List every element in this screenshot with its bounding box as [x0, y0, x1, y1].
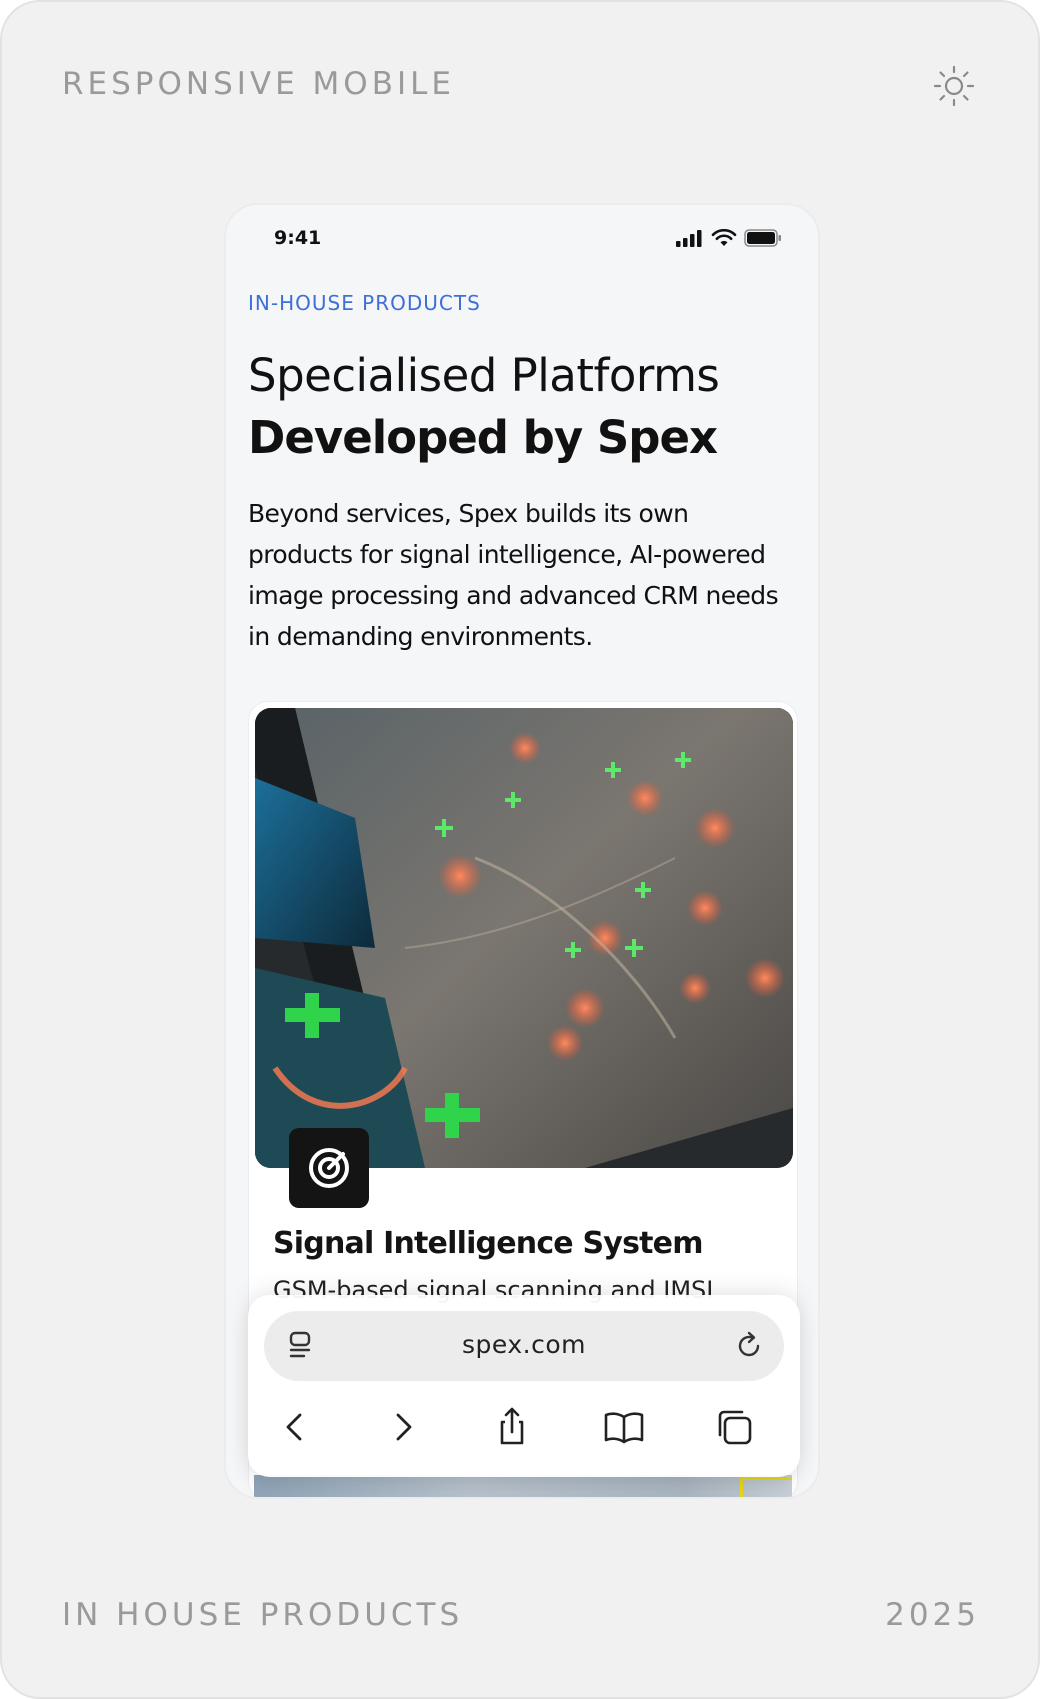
sun-icon[interactable] — [930, 62, 978, 110]
browser-toolbar: spex.com — [248, 1295, 800, 1477]
status-bar: 9:41 — [226, 205, 818, 275]
reload-icon[interactable] — [732, 1329, 766, 1363]
share-icon[interactable] — [490, 1405, 534, 1449]
address-bar[interactable]: spex.com — [264, 1311, 784, 1381]
section-title-bold: Developed by Spex — [248, 411, 718, 464]
frame-year-label: 2025 — [885, 1597, 980, 1633]
browser-nav — [248, 1395, 800, 1465]
radar-icon — [289, 1128, 369, 1208]
phone-mockup: 9:41 IN-HOUSE PRODUCTS Specialised Platf… — [224, 203, 820, 1499]
frame-bottom-left-label: IN HOUSE PRODUCTS — [62, 1597, 464, 1633]
address-bar-url: spex.com — [462, 1330, 586, 1359]
next-card-peek — [254, 1475, 792, 1497]
tabs-icon[interactable] — [712, 1405, 756, 1449]
section-title: Specialised Platforms Developed by Spex — [248, 345, 800, 469]
signal-icon — [676, 230, 702, 247]
product-card-image — [255, 708, 793, 1168]
section-eyebrow: IN-HOUSE PRODUCTS — [248, 291, 481, 315]
products-section: IN-HOUSE PRODUCTS Specialised Platforms … — [248, 291, 800, 657]
forward-icon[interactable] — [380, 1405, 424, 1449]
frame-top-left-label: RESPONSIVE MOBILE — [62, 66, 455, 102]
battery-icon — [744, 229, 781, 247]
showcase-frame: RESPONSIVE MOBILE 9:41 IN-HOUSE PRODUCTS… — [0, 0, 1040, 1699]
back-icon[interactable] — [274, 1405, 318, 1449]
status-time: 9:41 — [274, 227, 322, 249]
product-card-title: Signal Intelligence System — [273, 1226, 703, 1261]
wifi-icon — [711, 229, 737, 246]
section-description: Beyond services, Spex builds its own pro… — [248, 499, 779, 651]
section-title-light: Specialised Platforms — [248, 349, 720, 402]
bookmarks-icon[interactable] — [602, 1405, 646, 1449]
